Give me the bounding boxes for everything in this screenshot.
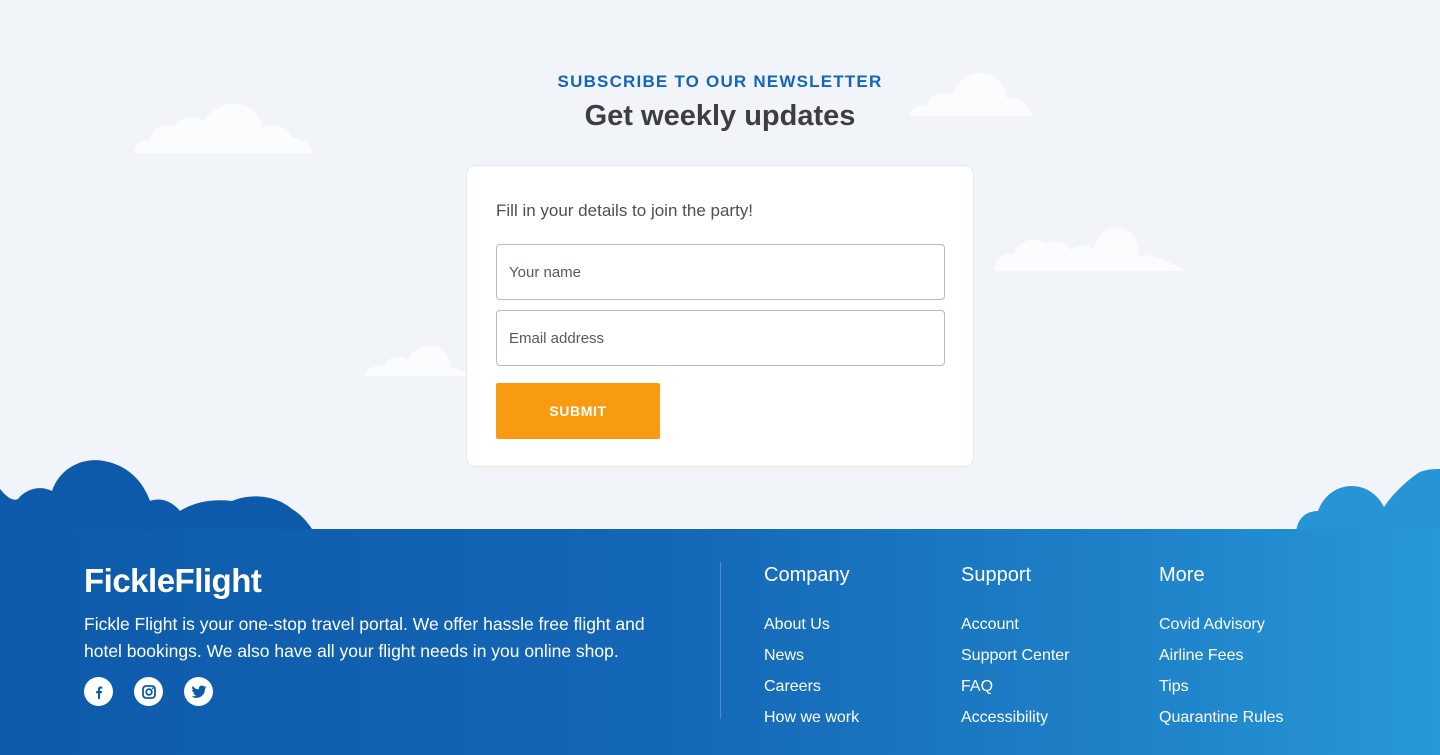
submit-button[interactable]: SUBMIT [496,383,660,439]
twitter-icon[interactable] [184,677,213,706]
footer-cloud-edge [0,460,1440,535]
footer-column-title: Support [961,564,1032,586]
email-input[interactable] [509,329,932,347]
footer-link-careers[interactable]: Careers [764,671,859,702]
footer-link-support-center[interactable]: Support Center [961,640,1070,671]
footer-link-faq[interactable]: FAQ [961,671,1070,702]
footer-link-quarantine-rules[interactable]: Quarantine Rules [1159,702,1284,733]
name-field[interactable] [496,244,945,300]
site-footer: FickleFlight Fickle Flight is your one-s… [0,529,1440,755]
logo[interactable]: FickleFlight [84,562,262,600]
footer-column-more: More Covid Advisory Airline Fees Tips Qu… [1159,564,1284,733]
page: SUBSCRIBE TO OUR NEWSLETTER Get weekly u… [0,0,1440,755]
footer-link-accessibility[interactable]: Accessibility [961,702,1070,733]
instagram-icon[interactable] [134,677,163,706]
footer-link-account[interactable]: Account [961,609,1070,640]
footer-link-tips[interactable]: Tips [1159,671,1284,702]
newsletter-eyebrow: SUBSCRIBE TO OUR NEWSLETTER [557,72,883,91]
newsletter-card: Fill in your details to join the party! … [466,165,974,467]
footer-column-support: Support Account Support Center FAQ Acces… [961,564,1070,733]
footer-column-company: Company About Us News Careers How we wor… [764,564,859,733]
footer-divider [720,562,721,719]
form-intro-text: Fill in your details to join the party! [496,201,754,220]
footer-link-how-we-work[interactable]: How we work [764,702,859,733]
footer-link-about-us[interactable]: About Us [764,609,859,640]
footer-column-title: Company [764,564,850,586]
email-field[interactable] [496,310,945,366]
footer-link-news[interactable]: News [764,640,859,671]
cloud-decoration [992,222,1188,274]
facebook-icon[interactable] [84,677,113,706]
cloud-decoration [362,340,468,378]
footer-about-text: Fickle Flight is your one-stop travel po… [84,614,645,661]
footer-link-covid-advisory[interactable]: Covid Advisory [1159,609,1284,640]
footer-link-airline-fees[interactable]: Airline Fees [1159,640,1284,671]
footer-column-title: More [1159,564,1205,586]
name-input[interactable] [509,263,932,281]
social-links [84,677,213,706]
newsletter-title: Get weekly updates [584,100,856,132]
